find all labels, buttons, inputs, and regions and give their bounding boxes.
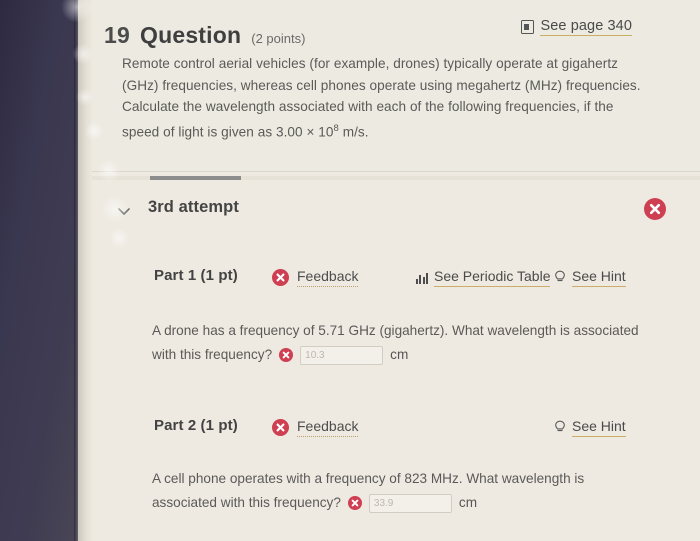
part-2-answer-unit: cm (458, 495, 478, 510)
part-1-body-line-1: A drone has a frequency of 5.71 GHz (gig… (152, 323, 639, 338)
attempt-progress-fill (150, 176, 242, 180)
part-1-header: Part 1 (1 pt) Feedback See Periodic Tabl… (92, 262, 700, 296)
part-2-body-line-2: associated with this frequency? (152, 495, 341, 510)
book-icon (521, 20, 535, 34)
part-2-body-line-1: A cell phone operates with a frequency o… (152, 471, 585, 486)
error-x-icon (347, 496, 362, 510)
lightbulb-icon (554, 420, 566, 435)
question-header: 19 Question (2 points) See page 340 Remo… (92, 0, 700, 172)
attempt-status-badge (644, 198, 666, 225)
part-1-section: Part 1 (1 pt) Feedback See Periodic Tabl… (92, 262, 700, 365)
part-2-answer-input[interactable] (368, 493, 452, 513)
part-1-body-line-2: with this frequency? (152, 347, 273, 362)
attempt-row[interactable]: 3rd attempt (92, 192, 700, 236)
page-gutter (78, 0, 92, 541)
error-x-icon (272, 419, 289, 436)
question-title-row: 19 Question (2 points) (104, 22, 305, 49)
periodic-table-icon (416, 272, 429, 284)
error-x-icon (279, 348, 294, 362)
error-x-icon (644, 198, 666, 220)
lightbulb-icon (554, 270, 566, 285)
part-1-periodic-table-label: See Periodic Table (434, 268, 551, 287)
part-2-feedback-link[interactable]: Feedback (272, 418, 359, 437)
error-x-icon (272, 269, 289, 286)
part-1-periodic-table-link[interactable]: See Periodic Table (416, 268, 551, 287)
question-body-line-4-post: m/s. (338, 124, 369, 140)
part-1-hint-label: See Hint (572, 268, 626, 287)
left-navigation-rail (0, 0, 78, 541)
part-1-body: A drone has a frequency of 5.71 GHz (gig… (152, 320, 652, 366)
part-1-answer-input[interactable] (300, 345, 384, 365)
question-body-line-4-pre: given as 3.00 × 10 (221, 124, 334, 140)
chevron-down-icon[interactable] (116, 203, 132, 219)
part-2-title: Part 2 (1 pt) (154, 417, 238, 434)
attempt-label: 3rd attempt (148, 198, 239, 216)
part-2-hint-label: See Hint (572, 418, 626, 437)
part-1-feedback-label: Feedback (297, 268, 359, 287)
attempt-progress-track (92, 176, 700, 180)
part-2-body: A cell phone operates with a frequency o… (152, 468, 652, 514)
page-title: Question (139, 22, 242, 48)
question-number: 19 (104, 22, 130, 48)
part-1-title: Part 1 (1 pt) (154, 267, 238, 284)
question-body: Remote control aerial vehicles (for exam… (122, 53, 647, 143)
part-1-answer-unit: cm (390, 347, 409, 362)
question-points: (2 points) (251, 31, 306, 46)
part-2-answer-line: associated with this frequency? cm (152, 492, 652, 514)
part-2-hint-link[interactable]: See Hint (554, 418, 626, 437)
part-1-answer-line: with this frequency? cm (152, 344, 652, 366)
part-1-hint-link[interactable]: See Hint (554, 268, 626, 287)
question-card: 19 Question (2 points) See page 340 Remo… (92, 0, 700, 541)
part-2-header: Part 2 (1 pt) Feedback See Hint (92, 412, 700, 446)
page-backdrop: 19 Question (2 points) See page 340 Remo… (0, 0, 700, 541)
part-2-section: Part 2 (1 pt) Feedback See Hint A cell p… (92, 412, 700, 513)
part-2-feedback-label: Feedback (297, 418, 359, 437)
see-page-label: See page 340 (540, 18, 632, 36)
see-page-link[interactable]: See page 340 (521, 18, 632, 36)
part-1-feedback-link[interactable]: Feedback (272, 268, 359, 287)
